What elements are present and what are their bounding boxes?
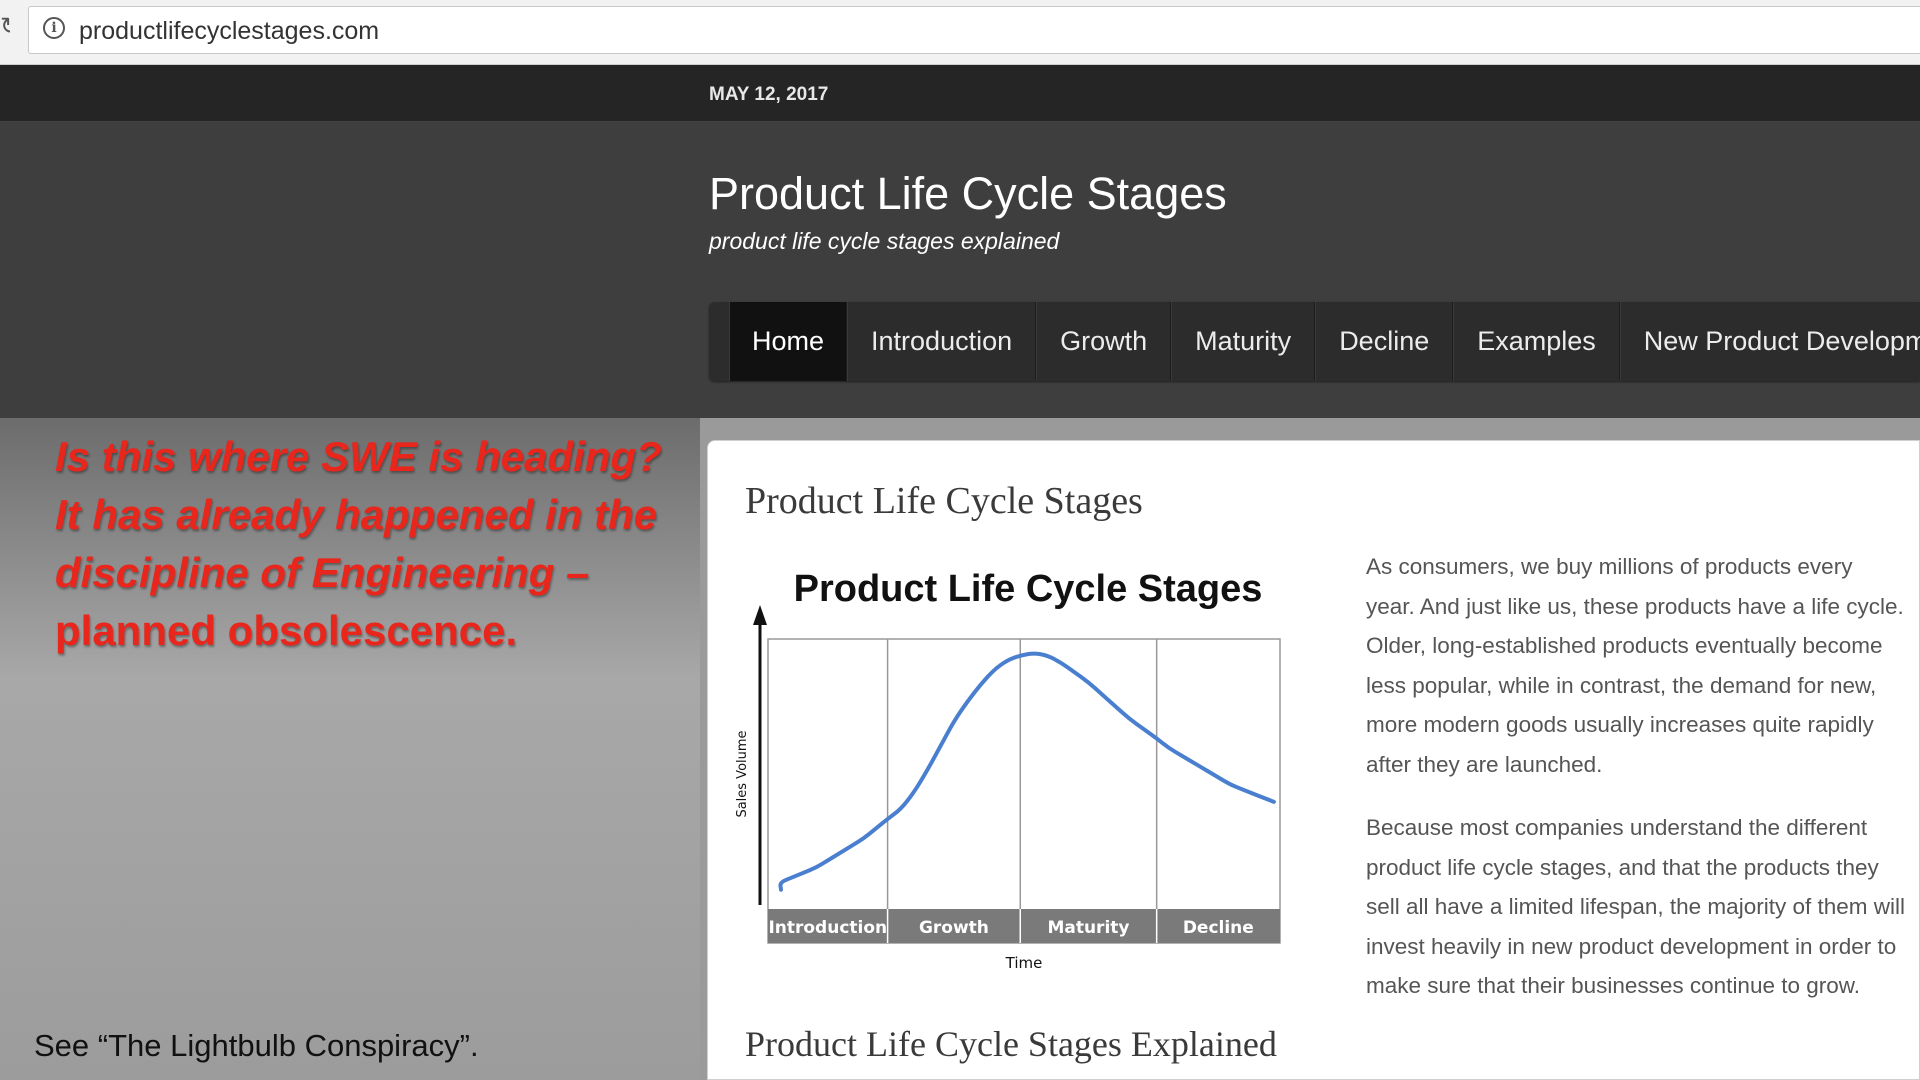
plot-frame [767, 638, 1281, 944]
article-title[interactable]: Product Life Cycle Stages [745, 479, 1143, 523]
browser-toolbar: ↻ i productlifecyclestages.com [0, 0, 1920, 65]
content-card: Product Life Cycle Stages Product Life C… [707, 440, 1920, 1080]
nav-home[interactable]: Home [729, 302, 848, 381]
article-paragraph: As consumers, we buy millions of product… [1366, 554, 1904, 777]
footnote: See “The Lightbulb Conspiracy”. [34, 1028, 479, 1063]
sales-curve [778, 651, 1276, 892]
nav-new-product-development[interactable]: New Product Development [1619, 302, 1920, 381]
url-text[interactable]: productlifecyclestages.com [79, 17, 379, 46]
overlay-line: discipline of Engineering – [55, 549, 590, 596]
site-tagline: product life cycle stages explained [709, 228, 1060, 254]
nav-introduction[interactable]: Introduction [847, 302, 1037, 381]
site-title[interactable]: Product Life Cycle Stages [709, 168, 1227, 220]
plot-area: Introduction Growth Maturity Decline Sales V… [735, 605, 1281, 972]
x-axis-label: Time [1005, 954, 1043, 972]
site-header: Product Life Cycle Stages product life c… [0, 122, 1920, 418]
nav-growth[interactable]: Growth [1036, 302, 1172, 381]
overlay-line: It has already happened in the [55, 491, 658, 538]
product-life-cycle-chart: Product Life Cycle Stages Introduction Gr… [735, 568, 1281, 972]
stage-label: Introduction [768, 918, 887, 938]
y-axis-arrowhead [753, 605, 767, 625]
top-date-bar: MAY 12, 2017 [0, 65, 1920, 122]
article-subtitle: Product Life Cycle Stages Explained [745, 1024, 1277, 1064]
stage-label: Decline [1183, 918, 1254, 938]
post-date: MAY 12, 2017 [709, 84, 829, 105]
reload-icon[interactable]: ↻ [0, 14, 10, 40]
stage-label: Maturity [1047, 918, 1129, 938]
y-axis-label: Sales Volume [735, 730, 750, 817]
chart-title: Product Life Cycle Stages [794, 568, 1263, 610]
overlay-line: Is this where SWE is heading? [55, 433, 662, 480]
overlay-line-emphasis: planned obsolescence. [55, 607, 518, 654]
overlay-commentary: Is this where SWE is heading? It has alr… [55, 428, 695, 660]
nav-decline[interactable]: Decline [1315, 302, 1454, 381]
info-icon[interactable]: i [43, 17, 65, 39]
nav-maturity[interactable]: Maturity [1171, 302, 1316, 381]
article-paragraph: Because most companies understand the di… [1366, 815, 1905, 998]
stage-label: Growth [919, 918, 989, 938]
address-bar[interactable]: i productlifecyclestages.com [28, 6, 1920, 54]
article-body: As consumers, we buy millions of product… [1366, 547, 1906, 1030]
main-navigation: Home Introduction Growth Maturity Declin… [709, 302, 1920, 381]
nav-examples[interactable]: Examples [1453, 302, 1620, 381]
